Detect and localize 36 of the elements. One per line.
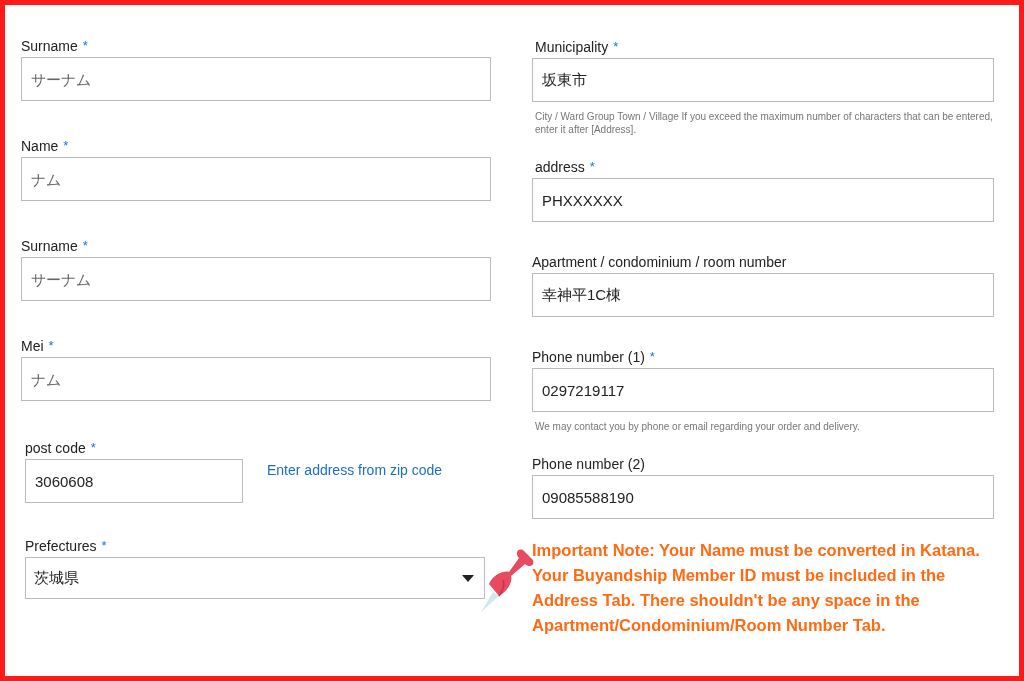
input-field[interactable]: 坂東市 — [532, 58, 994, 102]
input-field[interactable]: 0297219117 — [532, 368, 994, 412]
help-text: City / Ward Group Town / Village If you exceed the maximum number of characters that can be entered, enter it after [Address]. — [535, 110, 994, 136]
caret-icon — [462, 574, 474, 582]
input-field[interactable]: サーナム — [21, 257, 491, 301]
required-mark: * — [649, 348, 655, 366]
field-label: Name — [21, 137, 59, 156]
required-mark: * — [63, 137, 69, 155]
field-label: post code — [25, 439, 86, 458]
input-field[interactable]: ナム — [21, 357, 491, 401]
field-label: Surname — [21, 37, 78, 56]
field-label: Prefectures — [25, 537, 97, 556]
input-field[interactable]: 09085588190 — [532, 475, 994, 519]
input-field[interactable]: PHXXXXXX — [532, 178, 994, 222]
required-mark: * — [48, 337, 54, 355]
field-label: Surname — [21, 237, 78, 256]
help-text: We may contact you by phone or email regarding your order and delivery. — [535, 420, 861, 433]
postcode-field[interactable]: 3060608 — [25, 459, 243, 503]
input-field[interactable]: ナム — [21, 157, 491, 201]
field-label: Phone number (1) — [532, 348, 645, 367]
required-mark: * — [101, 537, 107, 555]
field-label: address — [535, 158, 585, 177]
field-label: Phone number (2) — [532, 455, 645, 474]
required-mark: * — [589, 158, 595, 176]
required-mark: * — [82, 37, 88, 55]
zip-lookup-link[interactable]: Enter address from zip code — [267, 462, 443, 478]
important-note: Important Note: Your Name must be converted in Katana. Your Buyandship Member ID must be included in the Address Tab. There shouldn't be any space in the Apartment/Condominium/Room Number Tab. — [532, 540, 981, 636]
field-label: Apartment / condominium / room number — [532, 253, 787, 272]
input-field[interactable]: 幸神平1C棟 — [532, 273, 994, 317]
input-field[interactable]: サーナム — [21, 57, 491, 101]
required-mark: * — [613, 38, 619, 56]
required-mark: * — [82, 237, 88, 255]
field-label: Municipality — [535, 38, 609, 57]
required-mark: * — [90, 439, 96, 457]
prefecture-dropdown[interactable]: 茨城県 — [25, 557, 485, 599]
field-label: Mei — [21, 337, 44, 356]
